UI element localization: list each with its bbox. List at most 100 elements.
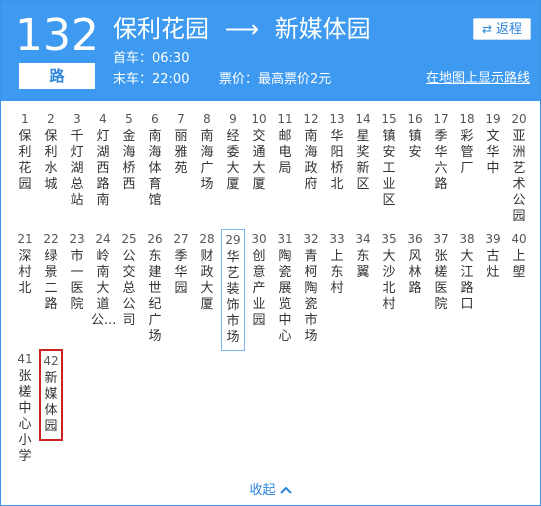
stop-number: 26 bbox=[147, 232, 163, 246]
stop-name: 深村北 bbox=[18, 249, 32, 296]
stop-item[interactable]: 32 青柯陶瓷市场 bbox=[299, 229, 323, 345]
stop-item[interactable]: 23 市一医院 bbox=[65, 229, 89, 313]
stop-name: 陶瓷展览中心 bbox=[278, 249, 292, 344]
stop-number: 38 bbox=[459, 232, 475, 246]
stop-item[interactable]: 14 星奖新区 bbox=[351, 109, 375, 193]
stop-number: 7 bbox=[177, 112, 185, 126]
stop-name: 新媒体园 bbox=[44, 371, 58, 434]
stop-number: 22 bbox=[43, 232, 59, 246]
stop-item[interactable]: 10 交通大厦 bbox=[247, 109, 271, 193]
stop-name: 大沙北村 bbox=[382, 249, 396, 312]
swap-arrows-icon: ⇄ bbox=[481, 22, 493, 36]
stop-item[interactable]: 25 公交总公司 bbox=[117, 229, 141, 329]
stop-number: 23 bbox=[69, 232, 85, 246]
stop-number: 6 bbox=[151, 112, 159, 126]
stop-item[interactable]: 7 丽雅苑 bbox=[169, 109, 193, 177]
stop-number: 5 bbox=[125, 112, 133, 126]
stop-name: 千灯湖总站 bbox=[70, 129, 84, 208]
stop-number: 8 bbox=[203, 112, 211, 126]
stop-item[interactable]: 36 风林路 bbox=[403, 229, 427, 297]
collapse-button[interactable]: 收起 bbox=[1, 479, 540, 503]
stop-number: 24 bbox=[95, 232, 111, 246]
stop-number: 21 bbox=[17, 232, 33, 246]
stop-item[interactable]: 21 深村北 bbox=[13, 229, 37, 297]
stop-number: 42 bbox=[43, 354, 59, 368]
stop-number: 4 bbox=[99, 112, 107, 126]
stop-item[interactable]: 15 镇安工业区 bbox=[377, 109, 401, 209]
stop-item[interactable]: 31 陶瓷展览中心 bbox=[273, 229, 297, 345]
stop-item[interactable]: 42 新媒体园 bbox=[39, 349, 63, 441]
stop-name: 邮电局 bbox=[278, 129, 292, 176]
stop-item[interactable]: 17 季华六路 bbox=[429, 109, 453, 193]
stop-item[interactable]: 26 东建世纪广场 bbox=[143, 229, 167, 345]
stop-name: 财政大厦 bbox=[200, 249, 214, 312]
route-title: 保利花园 ⟶ 新媒体园 bbox=[113, 11, 371, 47]
stop-item[interactable]: 3 千灯湖总站 bbox=[65, 109, 89, 209]
stop-name: 季华六路 bbox=[434, 129, 448, 192]
route-unit-badge: 路 bbox=[19, 63, 95, 89]
stop-name: 保利花园 bbox=[18, 129, 32, 192]
stop-item[interactable]: 41 张槎中心小学 bbox=[13, 349, 37, 465]
stop-number: 3 bbox=[73, 112, 81, 126]
stop-item[interactable]: 8 南海广场 bbox=[195, 109, 219, 193]
stop-name: 绿景二路 bbox=[44, 249, 58, 312]
stop-item[interactable]: 34 东翼 bbox=[351, 229, 375, 281]
route-arrow-icon: ⟶ bbox=[224, 15, 260, 43]
stop-number: 15 bbox=[381, 112, 397, 126]
stop-item[interactable]: 9 经委大厦 bbox=[221, 109, 245, 193]
stop-item[interactable]: 27 季华园 bbox=[169, 229, 193, 297]
stop-name: 青柯陶瓷市场 bbox=[304, 249, 318, 344]
stop-number: 2 bbox=[47, 112, 55, 126]
chevron-up-icon bbox=[279, 479, 292, 503]
stop-item[interactable]: 5 金海桥西 bbox=[117, 109, 141, 193]
route-header: 132 路 保利花园 ⟶ 新媒体园 首车：06:30 末车：22:00 票价：最… bbox=[1, 1, 540, 101]
stop-name: 丽雅苑 bbox=[174, 129, 188, 176]
stop-number: 41 bbox=[17, 352, 33, 366]
stop-item[interactable]: 40 上塱 bbox=[507, 229, 531, 281]
stop-item[interactable]: 33 上东村 bbox=[325, 229, 349, 297]
stop-number: 14 bbox=[355, 112, 371, 126]
stop-name: 彩管厂 bbox=[460, 129, 474, 176]
stop-number: 10 bbox=[251, 112, 267, 126]
stop-item[interactable]: 22 绿景二路 bbox=[39, 229, 63, 313]
stop-item[interactable]: 2 保利水城 bbox=[39, 109, 63, 193]
reverse-direction-button[interactable]: ⇄ 返程 bbox=[473, 18, 531, 40]
stop-name: 岭南大道公... bbox=[91, 249, 117, 328]
show-route-on-map-link[interactable]: 在地图上显示路线 bbox=[426, 70, 530, 88]
stop-number: 9 bbox=[229, 112, 237, 126]
stop-item[interactable]: 19 文华中 bbox=[481, 109, 505, 177]
stop-item[interactable]: 38 大江路口 bbox=[455, 229, 479, 313]
stop-item[interactable]: 39 古灶 bbox=[481, 229, 505, 281]
stop-item[interactable]: 13 华阳桥北 bbox=[325, 109, 349, 193]
stop-number: 19 bbox=[485, 112, 501, 126]
route-number: 132 bbox=[15, 10, 99, 61]
stop-item[interactable]: 35 大沙北村 bbox=[377, 229, 401, 313]
stop-item[interactable]: 29 华艺装饰市场 bbox=[221, 229, 245, 351]
stop-name: 大江路口 bbox=[460, 249, 474, 312]
stop-item[interactable]: 18 彩管厂 bbox=[455, 109, 479, 177]
stop-number: 40 bbox=[511, 232, 527, 246]
stop-name: 星奖新区 bbox=[356, 129, 370, 192]
stop-item[interactable]: 1 保利花园 bbox=[13, 109, 37, 193]
last-bus-time: 末车：22:00 bbox=[113, 72, 190, 87]
stop-item[interactable]: 20 亚洲艺术公园 bbox=[507, 109, 531, 225]
stop-item[interactable]: 30 创意产业园 bbox=[247, 229, 271, 329]
stop-item[interactable]: 37 张槎医院 bbox=[429, 229, 453, 313]
stop-item[interactable]: 4 灯湖西路南 bbox=[91, 109, 115, 209]
stop-item[interactable]: 28 财政大厦 bbox=[195, 229, 219, 313]
stop-number: 1 bbox=[21, 112, 29, 126]
route-destination: 新媒体园 bbox=[274, 15, 371, 43]
stop-list: 1 保利花园 2 保利水城 3 千灯湖总站 4 灯湖西路南 5 金海桥西 6 南海体育馆 7 丽雅苑 8 南海… bbox=[1, 101, 540, 471]
stop-name: 东建世纪广场 bbox=[148, 249, 162, 344]
stop-name: 公交总公司 bbox=[122, 249, 136, 328]
stop-item[interactable]: 6 南海体育馆 bbox=[143, 109, 167, 209]
stop-item[interactable]: 11 邮电局 bbox=[273, 109, 297, 177]
stop-item[interactable]: 12 南海政府 bbox=[299, 109, 323, 193]
stop-number: 20 bbox=[511, 112, 527, 126]
stop-item[interactable]: 24 岭南大道公... bbox=[91, 229, 117, 329]
stop-number: 18 bbox=[459, 112, 475, 126]
stop-item[interactable]: 16 镇安 bbox=[403, 109, 427, 161]
stop-name: 南海体育馆 bbox=[148, 129, 162, 208]
reverse-label: 返程 bbox=[496, 22, 523, 37]
stop-number: 12 bbox=[303, 112, 319, 126]
